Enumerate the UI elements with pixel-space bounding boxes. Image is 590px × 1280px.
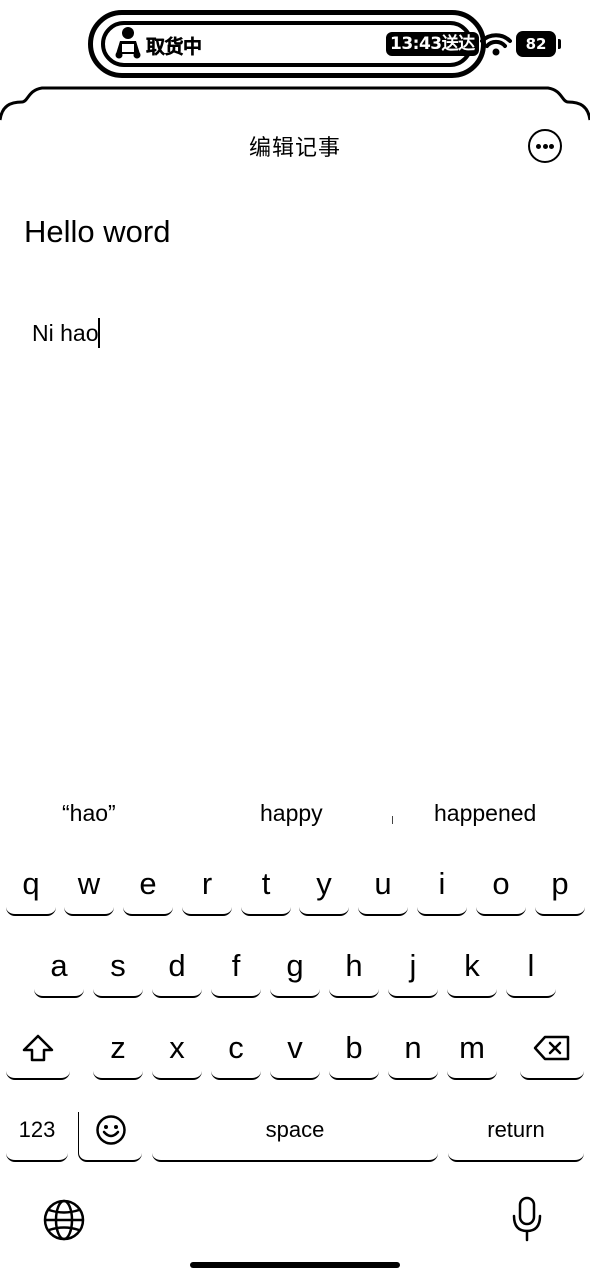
wifi-icon <box>480 33 512 56</box>
key-d[interactable]: d <box>152 948 202 998</box>
delete-key[interactable] <box>520 1030 584 1080</box>
emoji-key[interactable] <box>78 1112 142 1162</box>
key-label: t <box>261 866 271 901</box>
shift-key[interactable] <box>6 1030 70 1080</box>
delivery-person-icon <box>115 27 141 59</box>
key-m[interactable]: m <box>447 1030 497 1080</box>
key-u[interactable]: u <box>358 866 408 916</box>
key-label: b <box>345 1030 363 1065</box>
key-label: u <box>374 866 392 901</box>
key-label: p <box>551 866 569 901</box>
key-a[interactable]: a <box>34 948 84 998</box>
key-n[interactable]: n <box>388 1030 438 1080</box>
key-label: a <box>50 948 68 983</box>
more-options-button[interactable] <box>528 129 562 163</box>
suggestion-1[interactable]: “hao” <box>62 800 116 827</box>
key-label: o <box>492 866 510 901</box>
key-label: e <box>139 866 157 901</box>
delivery-time-badge: 13:43送达 <box>386 32 479 56</box>
key-label: c <box>228 1030 244 1065</box>
suggestion-divider <box>392 816 393 824</box>
key-z[interactable]: z <box>93 1030 143 1080</box>
key-label: g <box>286 948 304 983</box>
key-y[interactable]: y <box>299 866 349 916</box>
key-h[interactable]: h <box>329 948 379 998</box>
ellipsis-circle-icon-dot-2 <box>542 144 548 149</box>
return-key[interactable]: return <box>448 1112 584 1162</box>
key-t[interactable]: t <box>241 866 291 916</box>
note-body-field[interactable]: Ni hao <box>32 318 101 348</box>
key-c[interactable]: c <box>211 1030 261 1080</box>
key-label: k <box>464 948 480 983</box>
key-label: r <box>201 866 213 901</box>
key-label: y <box>316 866 332 901</box>
key-label: 123 <box>18 1117 56 1142</box>
delete-icon <box>533 1035 570 1061</box>
note-title-field[interactable]: Hello word <box>24 214 170 250</box>
key-label: h <box>345 948 363 983</box>
suggestion-2[interactable]: happy <box>260 800 323 827</box>
key-i[interactable]: i <box>417 866 467 916</box>
page-title: 编辑记事 <box>248 136 341 161</box>
key-l[interactable]: l <box>506 948 556 998</box>
key-label: i <box>438 866 446 901</box>
text-cursor <box>98 318 101 348</box>
key-label: s <box>110 948 126 983</box>
key-label: l <box>527 948 535 983</box>
delivery-status-label: 取货中 <box>146 36 202 58</box>
key-label: return <box>487 1117 545 1142</box>
key-b[interactable]: b <box>329 1030 379 1080</box>
emoji-icon <box>95 1115 126 1145</box>
key-q[interactable]: q <box>6 866 56 916</box>
key-s[interactable]: s <box>93 948 143 998</box>
key-k[interactable]: k <box>447 948 497 998</box>
numbers-key[interactable]: 123 <box>6 1112 68 1162</box>
space-key[interactable]: space <box>152 1112 438 1162</box>
shift-icon <box>22 1034 54 1062</box>
ellipsis-circle-icon-dot-3 <box>549 144 554 149</box>
key-v[interactable]: v <box>270 1030 320 1080</box>
key-label: q <box>22 866 40 901</box>
key-j[interactable]: j <box>388 948 438 998</box>
key-label: v <box>287 1030 303 1065</box>
key-e[interactable]: e <box>123 866 173 916</box>
key-label: f <box>231 948 241 983</box>
key-label: space <box>265 1117 325 1142</box>
key-label: z <box>110 1030 126 1065</box>
ellipsis-circle-icon-dot-1 <box>536 144 541 149</box>
microphone-icon[interactable] <box>510 1196 544 1242</box>
key-label: j <box>409 948 417 983</box>
key-label: d <box>168 948 186 983</box>
key-o[interactable]: o <box>476 866 526 916</box>
key-f[interactable]: f <box>211 948 261 998</box>
key-label: n <box>404 1030 422 1065</box>
key-label: m <box>459 1030 485 1065</box>
battery-icon: 82 <box>516 31 561 57</box>
home-indicator[interactable] <box>190 1262 400 1268</box>
key-label: x <box>169 1030 185 1065</box>
key-g[interactable]: g <box>270 948 320 998</box>
key-w[interactable]: w <box>64 866 114 916</box>
key-label: w <box>77 866 101 901</box>
suggestion-3[interactable]: happened <box>434 800 536 827</box>
key-x[interactable]: x <box>152 1030 202 1080</box>
key-r[interactable]: r <box>182 866 232 916</box>
key-p[interactable]: p <box>535 866 585 916</box>
globe-icon[interactable] <box>42 1198 86 1242</box>
note-body-text: Ni hao <box>32 319 99 346</box>
